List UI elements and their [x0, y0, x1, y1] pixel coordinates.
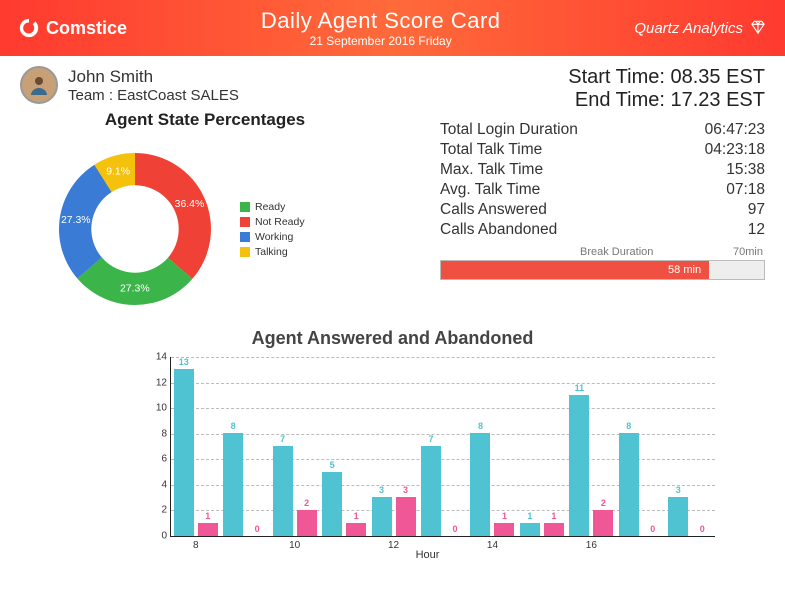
legend-ready: Ready: [255, 201, 285, 213]
agent-identity: John Smith Team : EastCoast SALES: [20, 66, 390, 104]
stat-label: Total Talk Time: [440, 141, 542, 159]
break-progress: 58 min: [440, 260, 765, 280]
stat-value: 07:18: [726, 181, 765, 199]
analytics-brand: Quartz Analytics: [634, 19, 767, 37]
stat-value: 12: [748, 221, 765, 239]
legend-talking: Talking: [255, 246, 288, 258]
brand-name: Comstice: [46, 18, 127, 39]
agent-name: John Smith: [68, 67, 239, 87]
swatch-icon: [240, 247, 250, 257]
analytics-label: Quartz Analytics: [634, 20, 743, 37]
donut-title: Agent State Percentages: [20, 110, 390, 130]
brand-logo: Comstice: [18, 17, 127, 39]
avatar: [20, 66, 58, 104]
stat-value: 06:47:23: [705, 121, 765, 139]
stat-value: 97: [748, 201, 765, 219]
stat-label: Total Login Duration: [440, 121, 578, 139]
stats-table: Total Login Duration 06:47:23 Total Talk …: [440, 120, 765, 240]
end-time: End Time: 17.23 EST: [440, 89, 765, 112]
stat-label: Calls Answered: [440, 201, 547, 219]
person-icon: [27, 73, 51, 97]
agent-team: Team : EastCoast SALES: [68, 87, 239, 104]
break-max: 70min: [733, 246, 763, 258]
stat-label: Calls Abandoned: [440, 221, 557, 239]
app-header: Comstice Daily Agent Score Card 21 Septe…: [0, 0, 785, 56]
page-date: 21 September 2016 Friday: [261, 34, 501, 48]
bar-chart: 0246810121413188072105133127081141111216…: [140, 353, 715, 561]
legend-not-ready: Not Ready: [255, 216, 305, 228]
stat-value: 04:23:18: [705, 141, 765, 159]
donut-legend: Ready Not Ready Working Talking: [240, 198, 305, 261]
break-progress-fill: 58 min: [441, 261, 709, 279]
stat-label: Avg. Talk Time: [440, 181, 540, 199]
stat-value: 15:38: [726, 161, 765, 179]
time-block: Start Time: 08.35 EST End Time: 17.23 ES…: [440, 66, 765, 112]
diamond-icon: [749, 19, 767, 37]
start-time: Start Time: 08.35 EST: [440, 66, 765, 89]
swatch-icon: [240, 202, 250, 212]
comstice-logo-icon: [18, 17, 40, 39]
svg-text:27.3%: 27.3%: [61, 215, 91, 226]
x-axis-title: Hour: [416, 549, 440, 561]
legend-working: Working: [255, 231, 293, 243]
break-label: Break Duration: [580, 246, 653, 258]
stat-label: Max. Talk Time: [440, 161, 543, 179]
svg-text:9.1%: 9.1%: [106, 166, 130, 177]
donut-chart: 9.1% 36.4% 27.3% 27.3%: [40, 134, 230, 324]
break-header: Break Duration 70min: [440, 246, 765, 258]
header-title-block: Daily Agent Score Card 21 September 2016…: [261, 8, 501, 48]
swatch-icon: [240, 217, 250, 227]
break-value: 58 min: [668, 264, 701, 276]
swatch-icon: [240, 232, 250, 242]
bar-title: Agent Answered and Abandoned: [30, 328, 755, 349]
page-title: Daily Agent Score Card: [261, 8, 501, 34]
svg-text:36.4%: 36.4%: [175, 199, 205, 210]
svg-text:27.3%: 27.3%: [120, 284, 150, 295]
